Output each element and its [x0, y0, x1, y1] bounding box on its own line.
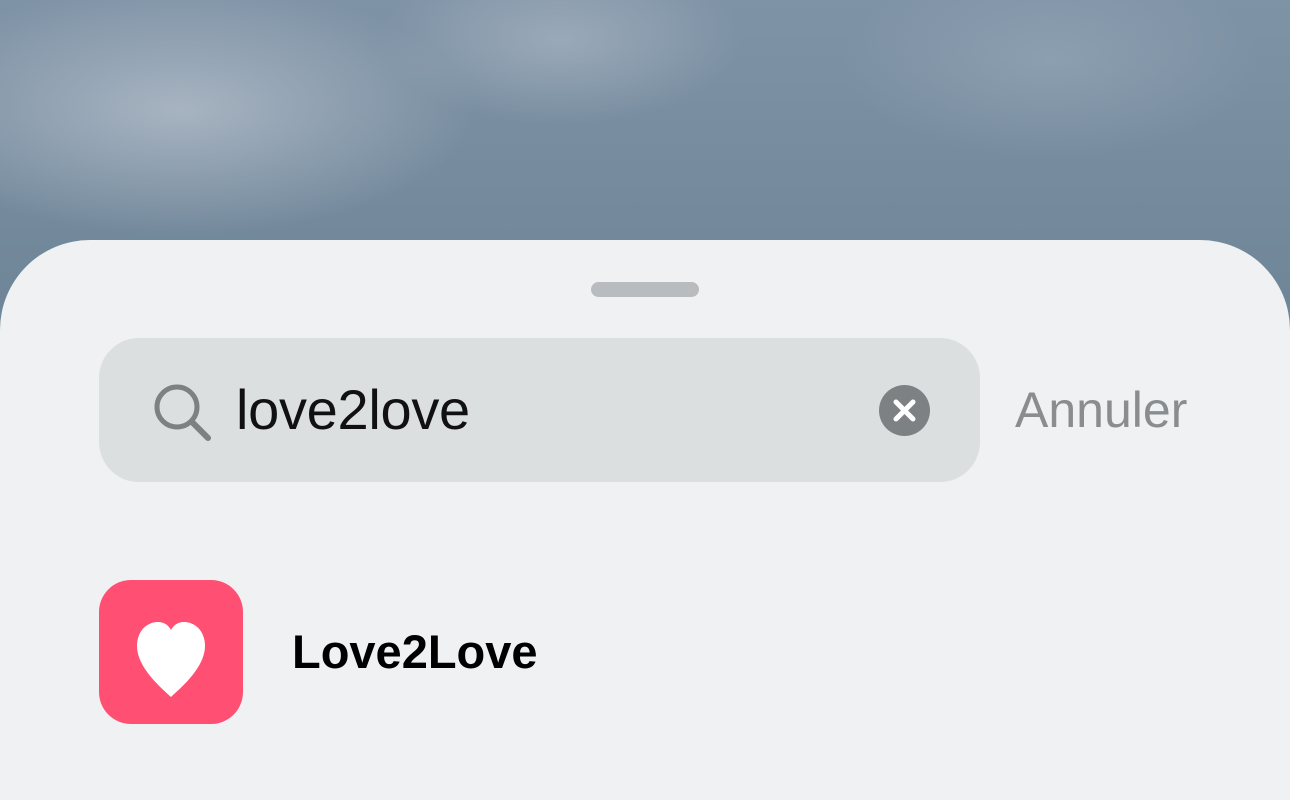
close-icon	[893, 399, 916, 422]
cancel-button[interactable]: Annuler	[1015, 380, 1187, 440]
search-input[interactable]: love2love	[236, 378, 470, 442]
sheet-grabber[interactable]	[591, 282, 699, 297]
app-icon[interactable]	[99, 580, 243, 724]
search-result-app[interactable]: Love2Love	[0, 570, 1290, 730]
search-icon	[152, 382, 214, 444]
clear-search-button[interactable]	[879, 385, 930, 436]
search-field[interactable]	[99, 338, 980, 482]
search-sheet: love2love Annuler Love2Love	[0, 240, 1290, 800]
heart-icon	[137, 622, 205, 697]
app-name: Love2Love	[292, 625, 538, 678]
